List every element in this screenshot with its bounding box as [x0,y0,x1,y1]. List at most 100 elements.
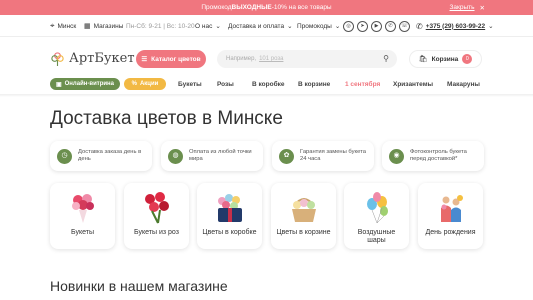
phone-link[interactable]: ✆ +375 (29) 603-99-22 ⌄ [416,15,494,37]
category-card-bouquets[interactable]: Букеты [50,183,115,249]
bouquet-icon: ✿ [279,148,294,164]
catalog-label: Каталог цветов [151,55,201,63]
search-example: 101 роза [259,56,284,62]
nav-item-september-1[interactable]: 1 сентября [345,76,380,92]
section-title: Новинки в нашем магазине [50,278,228,294]
promo-suffix: -10% на все товары [271,4,332,11]
telegram-icon[interactable]: ➤ [357,20,368,32]
feature-text-line2: день [78,156,91,162]
viber-icon[interactable]: ☏ [399,20,410,32]
camera-icon: ◉ [389,148,404,164]
search-placeholder: Например, [226,56,257,62]
category-label-line1: Цветы в корзине [276,229,331,236]
stores-link[interactable]: ▦ Магазины [84,15,123,37]
main-nav: ▣ Онлайн-витрина % Акции Букеты Розы В к… [0,76,533,94]
category-card-flowers-in-basket[interactable]: Цветы в корзине [271,183,336,249]
instagram-icon[interactable]: ◎ [343,20,354,32]
page-title: Доставка цветов в Минске [50,108,283,129]
promocodes-menu[interactable]: Промокоды ⌄ [297,15,340,37]
phone-icon: ✆ [416,21,423,31]
menu-icon: ☰ [141,56,148,63]
chevron-down-icon: ⌄ [215,23,221,30]
phone-number: +375 (29) 603-99-22 [425,22,486,30]
promo-code: ВЫХОДНЫЕ [231,4,272,11]
chevron-down-icon: ⌄ [287,23,293,30]
nav-item-in-box[interactable]: В коробке [252,76,284,92]
roses-image [141,192,173,224]
feature-same-day-delivery: ◷ Доставка заказа день в день [50,141,152,171]
feature-worldwide-payment: ◍ Оплата из любой точки мира [161,141,263,171]
category-label-line1: Букеты [71,229,94,236]
clock-icon: ◷ [57,148,72,164]
cart-count-badge: 0 [462,54,473,64]
online-showcase-button[interactable]: ▣ Онлайн-витрина [50,78,120,90]
category-label-line1: Цветы в коробке [202,229,257,236]
whatsapp-icon[interactable]: ✆ [385,20,396,32]
delivery-label: Доставка и оплата [228,22,285,30]
category-card-balloons[interactable]: Воздушные шары [344,183,409,249]
cart-label: Корзина [431,55,459,63]
nav-item-macarons[interactable]: Макаруны [447,76,480,92]
logo-text: АртБукет [69,51,135,66]
store-icon: ▦ [84,23,91,30]
nav-item-in-basket[interactable]: В корзине [298,76,330,92]
cart-icon: 🛍 [418,56,428,63]
category-label-line1: Воздушные [357,229,396,236]
chevron-down-icon: ⌄ [334,23,341,30]
promo-close-label: Закрыть [449,4,475,11]
chevron-down-icon: ⌄ [488,23,494,30]
sales-button[interactable]: % Акции [124,78,166,90]
promo-prefix: Промокод [201,4,232,11]
city-label: Минск [57,22,77,30]
feature-text-line1: Доставка заказа день в [78,149,142,156]
feature-text-line2: мира [189,156,203,162]
feature-text-line2: 24 часа [300,156,321,162]
online-showcase-label: Онлайн-витрина [64,81,115,87]
category-label-line1: Букеты из роз [134,229,179,236]
flower-basket-image [288,192,320,224]
close-icon: ✕ [479,4,485,12]
search-icon[interactable]: ⚲ [383,54,389,63]
feature-text-line2: перед доставкой* [410,156,458,162]
category-card-rose-bouquets[interactable]: Букеты из роз [124,183,189,249]
location-pin-icon: ⌖ [50,21,55,30]
about-label: О нас [195,22,213,30]
category-card-birthday[interactable]: День рождения [418,183,483,249]
feature-text-line1: Оплата из любой точки [189,149,252,156]
showcase-icon: ▣ [55,81,62,88]
feature-replacement-guarantee: ✿ Гарантия замены букета 24 часа [272,141,374,171]
cart-button[interactable]: 🛍 Корзина 0 [409,50,482,68]
city-selector[interactable]: ⌖ Минск [50,15,76,37]
category-card-flowers-in-box[interactable]: Цветы в коробке [197,183,262,249]
promo-banner: Промокод ВЫХОДНЫЕ -10% на все товары Зак… [0,0,533,15]
catalog-button[interactable]: ☰ Каталог цветов [136,50,206,68]
social-links: ◎ ➤ ▶ ✆ ☏ [343,15,410,37]
youtube-icon[interactable]: ▶ [371,20,382,32]
promo-close-button[interactable]: Закрыть ✕ [450,0,486,15]
flower-box-image [214,192,246,224]
promocodes-label: Промокоды [297,22,332,30]
about-menu[interactable]: О нас ⌄ [195,15,221,37]
category-label-line1: День рождения [425,229,476,236]
sales-label: Акции [139,81,159,87]
delivery-menu[interactable]: Доставка и оплата ⌄ [228,15,293,37]
nav-item-bouquets[interactable]: Букеты [178,76,202,92]
stores-label: Магазины [93,22,124,30]
feature-text-line1: Фотоконтроль букета [410,149,467,156]
percent-icon: % [131,81,137,87]
feature-photo-control: ◉ Фотоконтроль букета перед доставкой* [382,141,484,171]
bouquet-image [67,192,99,224]
logo[interactable]: АртБукет [50,51,135,66]
header: АртБукет ☰ Каталог цветов Например, 101 … [0,37,533,80]
top-bar: ⌖ Минск ▦ Магазины Пн-Сб: 9-21 | Вс: 10-… [0,15,533,37]
globe-icon: ◍ [168,148,183,164]
search-input[interactable]: Например, 101 роза ⚲ [217,50,397,68]
category-label-line2: шары [367,237,386,245]
nav-item-chrysanthemums[interactable]: Хризантемы [393,76,433,92]
nav-item-roses[interactable]: Розы [217,76,234,92]
birthday-image [435,192,467,224]
feature-text-line1: Гарантия замены букета [300,149,366,156]
working-hours: Пн-Сб: 9-21 | Вс: 10-20 [126,22,195,30]
header-divider [0,94,533,97]
balloons-image [361,192,393,224]
